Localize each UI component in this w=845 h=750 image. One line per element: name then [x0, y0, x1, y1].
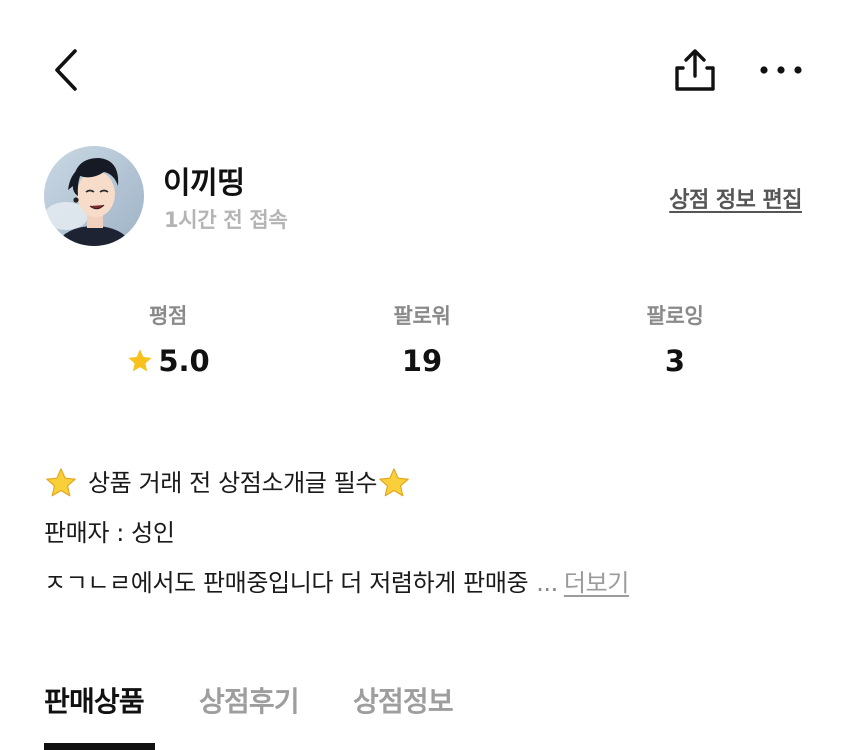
following-label: 팔로잉 [646, 304, 704, 328]
share-button[interactable] [668, 44, 722, 96]
last-seen-status: 1시간 전 접속 [164, 208, 288, 232]
tab-products[interactable]: 판매상품 [44, 680, 145, 720]
tab-reviews[interactable]: 상점후기 [199, 680, 300, 720]
tab-shop-info[interactable]: 상점정보 [353, 680, 454, 720]
intro-ellipsis: ... [536, 569, 558, 597]
intro-line-1: 상품 거래 전 상점소개글 필수 [44, 458, 804, 508]
shop-name: 이끼띵 [163, 166, 245, 201]
shop-profile: 이끼띵 1시간 전 접속 상점 정보 편집 [44, 146, 804, 248]
shop-tabs: 판매상품 상점후기 상점정보 [44, 680, 804, 750]
intro-line-2: 판매자 : 성인 [44, 508, 804, 558]
intro-text-2: 판매자 : 성인 [44, 519, 175, 547]
more-options-button[interactable] [752, 52, 810, 88]
intro-text-1: 상품 거래 전 상점소개글 필수 [88, 469, 378, 497]
followers-stat[interactable]: 팔로워 19 [322, 300, 522, 378]
following-count: 3 [664, 344, 686, 378]
see-more-link[interactable]: 더보기 [564, 564, 629, 602]
star-emoji-icon [46, 468, 76, 497]
rating-stat: 평점 5.0 [68, 300, 268, 379]
avatar[interactable] [44, 146, 144, 246]
share-icon [675, 49, 715, 91]
shop-stats: 평점 5.0 팔로워 19 팔로잉 3 [0, 300, 845, 390]
top-bar [0, 0, 845, 140]
rating-value: 5.0 [158, 344, 210, 378]
avatar-image [44, 146, 144, 246]
intro-line-3: ㅈㄱㄴㄹ에서도 판매중입니다 더 저렴하게 판매중 ... 더보기 [44, 558, 804, 608]
back-button[interactable] [44, 44, 88, 96]
followers-label: 팔로워 [393, 304, 451, 328]
intro-text-3: ㅈㄱㄴㄹ에서도 판매중입니다 더 저렴하게 판매중 [44, 569, 529, 597]
back-icon [55, 49, 77, 91]
edit-shop-info-link[interactable]: 상점 정보 편집 [669, 182, 802, 214]
active-tab-indicator [44, 743, 155, 750]
more-icon [760, 66, 802, 74]
rating-label: 평점 [148, 304, 188, 328]
followers-count: 19 [401, 344, 443, 378]
shop-introduction: 상품 거래 전 상점소개글 필수 판매자 : 성인 ㅈㄱㄴㄹ에서도 판매중입니다… [44, 458, 804, 608]
star-icon [128, 349, 152, 372]
star-emoji-icon [379, 468, 409, 497]
following-stat[interactable]: 팔로잉 3 [575, 300, 775, 378]
